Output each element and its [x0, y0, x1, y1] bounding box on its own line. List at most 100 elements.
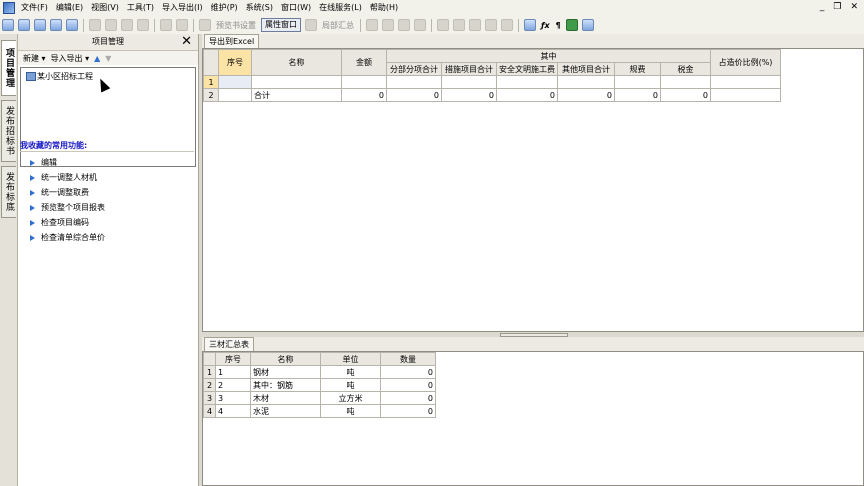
table-row[interactable]: 1 1 钢材 吨 0	[203, 365, 436, 379]
cell-value[interactable]: 0	[496, 88, 558, 102]
expand-icon[interactable]	[501, 19, 513, 31]
menu-view[interactable]: 视图(V)	[87, 0, 123, 16]
cell-seq[interactable]: 3	[215, 391, 251, 405]
cell-ratio[interactable]	[710, 75, 781, 89]
new-file-icon[interactable]	[2, 19, 14, 31]
save-icon[interactable]	[50, 19, 62, 31]
move-left-icon[interactable]	[437, 19, 449, 31]
properties-window-button[interactable]: 属性窗口	[261, 18, 301, 32]
menu-window[interactable]: 窗口(W)	[277, 0, 315, 16]
menu-tools[interactable]: 工具(T)	[123, 0, 158, 16]
cell-unit[interactable]: 吨	[320, 378, 381, 392]
cell-name[interactable]: 木材	[250, 391, 321, 405]
fav-item[interactable]: 检查清单综合单价	[30, 232, 105, 243]
cell-amount[interactable]: 0	[341, 88, 387, 102]
formula-icon[interactable]: ƒx	[541, 21, 550, 30]
cell-value[interactable]	[496, 75, 558, 89]
local-summary-button[interactable]: 局部汇总	[322, 20, 354, 31]
table-row[interactable]: 3 3 木材 立方米 0	[203, 391, 436, 405]
last-icon[interactable]	[414, 19, 426, 31]
cell-value[interactable]: 0	[441, 88, 497, 102]
vtab-project-management[interactable]: 项目管理	[1, 40, 16, 96]
arrow-down-icon[interactable]: ▼	[105, 54, 111, 63]
close-icon[interactable]: ✕	[181, 34, 192, 49]
fav-item[interactable]: 检查项目编码	[30, 217, 89, 228]
folder-icon[interactable]	[66, 19, 78, 31]
import-export-dropdown[interactable]: 导入导出 ▾	[51, 53, 90, 64]
cell-seq[interactable]	[218, 75, 252, 89]
redo-icon[interactable]	[176, 19, 188, 31]
first-icon[interactable]	[366, 19, 378, 31]
cell-name[interactable]: 合计	[251, 88, 342, 102]
cell-seq[interactable]	[218, 88, 252, 102]
cell-unit[interactable]: 立方米	[320, 391, 381, 405]
materials-summary-grid[interactable]: 序号 名称 单位 数量 1 1 钢材 吨 0 2 2 其中：钢筋 吨 0 3 3…	[202, 351, 864, 486]
cell-name[interactable]	[251, 75, 342, 89]
cell-qty[interactable]: 0	[380, 391, 436, 405]
cell-value[interactable]	[441, 75, 497, 89]
cell-value[interactable]: 0	[614, 88, 661, 102]
preview-settings-button[interactable]: 预览书设置	[216, 20, 256, 31]
fav-item[interactable]: 统一调整人材机	[30, 172, 97, 183]
report-icon[interactable]	[581, 19, 594, 31]
menu-system[interactable]: 系统(S)	[242, 0, 277, 16]
move-down-icon[interactable]	[485, 19, 497, 31]
move-right-icon[interactable]	[453, 19, 465, 31]
menu-online-service[interactable]: 在线服务(L)	[315, 0, 366, 16]
vtab-publish-tender[interactable]: 发布招标书	[1, 100, 16, 162]
cell-seq[interactable]: 2	[215, 378, 251, 392]
sheet-icon[interactable]	[565, 19, 578, 31]
prev-icon[interactable]	[382, 19, 394, 31]
move-up-icon[interactable]	[469, 19, 481, 31]
menu-import-export[interactable]: 导入导出(I)	[158, 0, 207, 16]
new-dropdown[interactable]: 新建 ▾	[23, 53, 46, 64]
cell-seq[interactable]: 1	[215, 365, 251, 379]
tab-export-excel[interactable]: 导出到Excel	[204, 34, 260, 48]
copy-icon[interactable]	[105, 19, 117, 31]
refresh-icon[interactable]	[34, 19, 46, 31]
cell-qty[interactable]: 0	[380, 404, 436, 418]
cell-qty[interactable]: 0	[380, 378, 436, 392]
close-window-icon[interactable]: ✕	[850, 2, 858, 12]
paragraph-icon[interactable]: ¶	[556, 21, 561, 30]
menu-file[interactable]: 文件(F)	[17, 0, 52, 16]
fav-item[interactable]: 统一调整取费	[30, 187, 89, 198]
project-tree[interactable]: 某小区招标工程	[20, 67, 196, 167]
arrow-up-icon[interactable]: ▲	[94, 54, 100, 63]
open-icon[interactable]	[18, 19, 30, 31]
table-row[interactable]: 2 合计 0 0 0 0 0 0 0	[203, 88, 781, 102]
cell-unit[interactable]: 吨	[320, 404, 381, 418]
table-row[interactable]: 2 2 其中：钢筋 吨 0	[203, 378, 436, 392]
cell-seq[interactable]: 4	[215, 404, 251, 418]
cell-value[interactable]: 0	[557, 88, 615, 102]
table-row[interactable]: 4 4 水泥 吨 0	[203, 404, 436, 418]
cut-icon[interactable]	[89, 19, 101, 31]
paste-icon[interactable]	[121, 19, 133, 31]
cell-name[interactable]: 其中：钢筋	[250, 378, 321, 392]
calculator-icon[interactable]	[524, 19, 536, 31]
undo-icon[interactable]	[160, 19, 172, 31]
cell-value[interactable]	[660, 75, 711, 89]
cell-amount[interactable]	[341, 75, 387, 89]
cell-name[interactable]: 水泥	[250, 404, 321, 418]
cell-ratio[interactable]	[710, 88, 781, 102]
cell-unit[interactable]: 吨	[320, 365, 381, 379]
restore-icon[interactable]: ❐	[833, 2, 841, 12]
cost-summary-grid[interactable]: 序号 名称 金额 其中 占造价比例(%) 分部分项合计 措施项目合计 安全文明施…	[202, 48, 864, 332]
vtab-publish-base-price[interactable]: 发布标底	[1, 166, 16, 218]
minimize-icon[interactable]: _	[820, 2, 825, 12]
cell-value[interactable]	[386, 75, 442, 89]
cell-value[interactable]	[557, 75, 615, 89]
tree-item-project[interactable]: 某小区招标工程	[37, 71, 93, 82]
cell-value[interactable]: 0	[660, 88, 711, 102]
fav-item[interactable]: 编辑	[30, 157, 57, 168]
cell-value[interactable]: 0	[386, 88, 442, 102]
fav-item[interactable]: 预览整个项目报表	[30, 202, 105, 213]
cell-value[interactable]	[614, 75, 661, 89]
table-row[interactable]: 1	[203, 75, 781, 89]
menu-maintain[interactable]: 维护(P)	[207, 0, 242, 16]
delete-icon[interactable]	[137, 19, 149, 31]
menu-edit[interactable]: 编辑(E)	[52, 0, 87, 16]
next-icon[interactable]	[398, 19, 410, 31]
cell-qty[interactable]: 0	[380, 365, 436, 379]
